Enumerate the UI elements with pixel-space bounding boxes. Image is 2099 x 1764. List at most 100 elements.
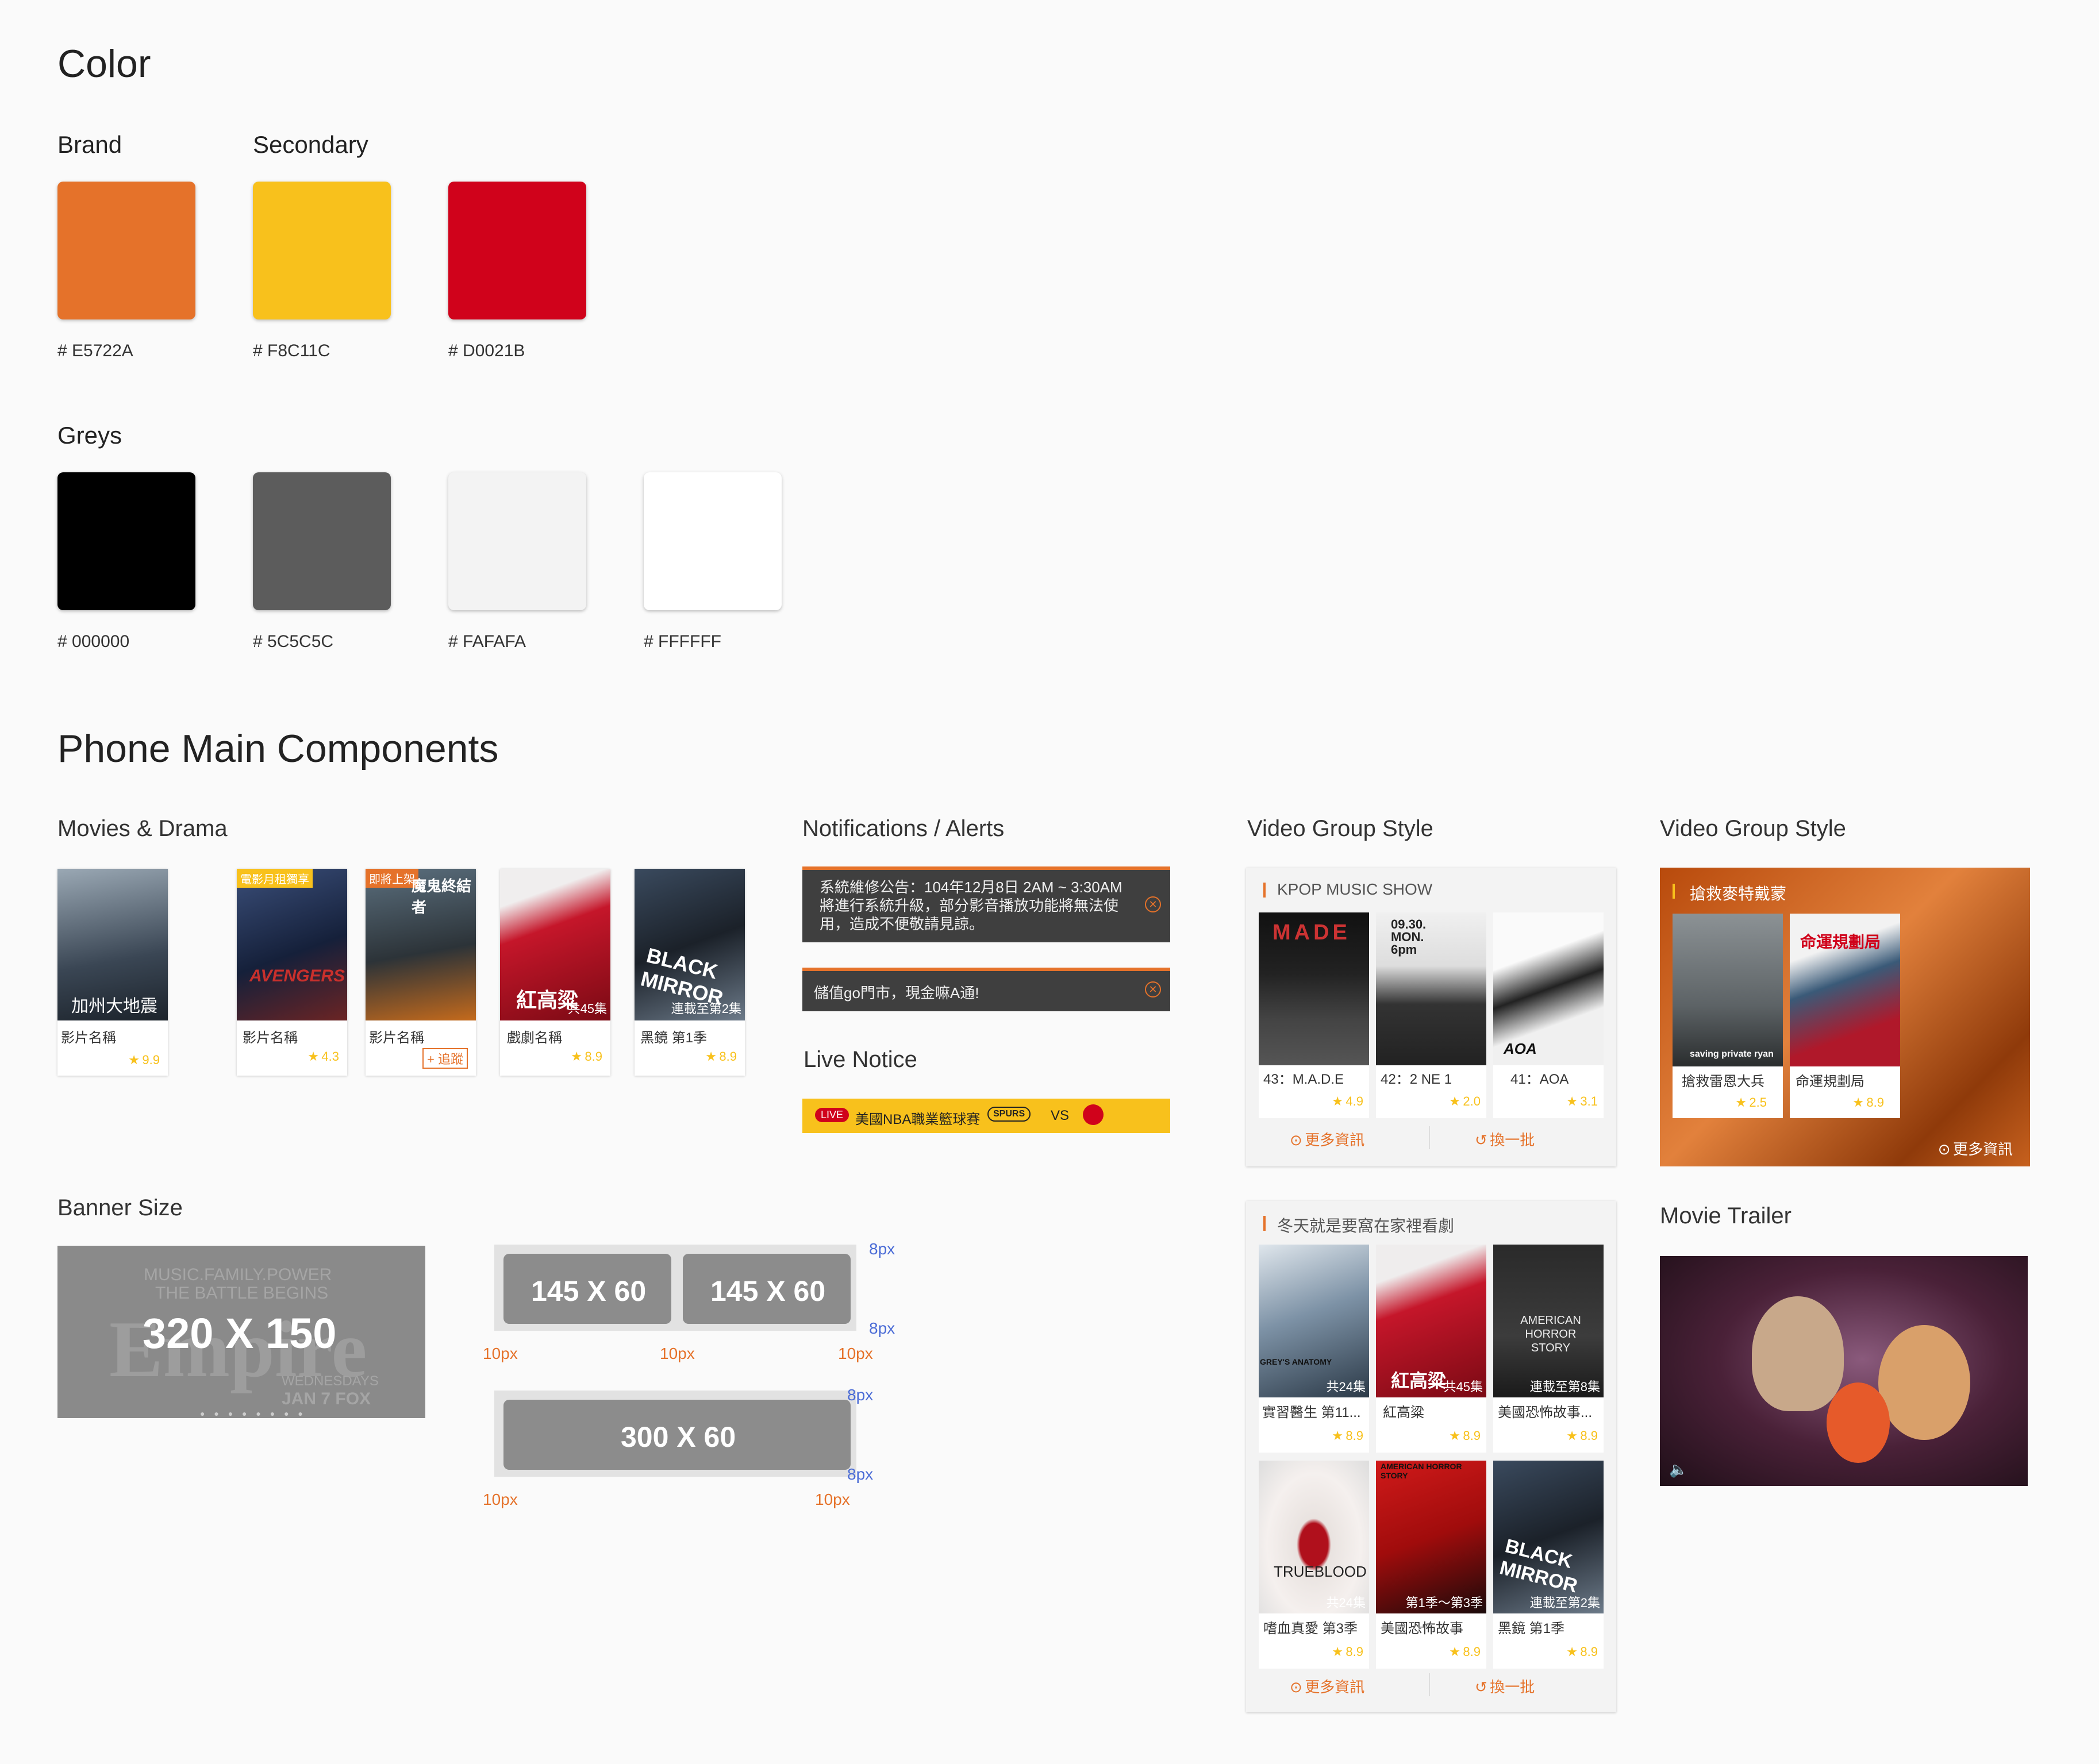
greys-label: Greys [57, 422, 122, 449]
star-icon: ★ [1449, 1094, 1460, 1108]
refresh-button[interactable]: ↺ 換一批 [1475, 1676, 1535, 1697]
poster-title: MADE [1273, 920, 1351, 945]
movie-card[interactable]: 加州大地震 影片名稱 ★ 9.9 [57, 869, 168, 1076]
rating-value: 8.9 [1580, 1428, 1598, 1443]
movie-trailer-player[interactable]: 🔈 [1660, 1256, 2028, 1486]
refresh-label: 換一批 [1490, 1131, 1535, 1149]
refresh-button[interactable]: ↺ 換一批 [1475, 1129, 1535, 1150]
rating: ★ 2.5 [1735, 1095, 1767, 1110]
banner-bg-text: MUSIC.FAMILY.POWER [144, 1265, 332, 1284]
spacing-label: 10px [660, 1345, 695, 1362]
footer-divider [1429, 1673, 1430, 1696]
alert-text: 儲值go門市，現金嘛A通! [814, 984, 979, 1002]
drama-title: 嗜血真愛 第3季 [1263, 1621, 1358, 1636]
drama-title: 黑鏡 第1季 [640, 1030, 708, 1046]
trailer-figure [1878, 1325, 1970, 1440]
drama-card[interactable]: BLACK MIRROR 連載至第2集 黑鏡 第1季 ★ 8.9 [635, 869, 745, 1076]
live-notice-bar[interactable]: LIVE 美國NBA職業籃球賽 SPURS VS [802, 1099, 1170, 1133]
banner-bg-text: WEDNESDAYS [282, 1373, 379, 1389]
drama-card[interactable]: TRUEBLOOD 共24集 嗜血真愛 第3季 ★ 8.9 [1259, 1461, 1369, 1669]
more-info-button[interactable]: ⊙ 更多資訊 [1290, 1676, 1364, 1697]
team-logo: SPURS [987, 1107, 1031, 1122]
refresh-icon: ↺ [1475, 1131, 1487, 1149]
group-title-bar [1673, 884, 1675, 899]
rating: ★ 8.9 [1449, 1428, 1481, 1443]
grey-hex-light: # FAFAFA [448, 632, 526, 651]
banner-bg-text: JAN 7 FOX [282, 1389, 371, 1408]
exclusive-tag: 電影月租獨享 [237, 869, 313, 888]
video-poster: AOA [1493, 912, 1604, 1065]
rating-value: 4.9 [1345, 1094, 1363, 1108]
video-title: 41：AOA [1510, 1072, 1569, 1087]
drama-card[interactable]: AMERICAN HORROR STORY 第1季～第3季 美國恐怖故事 ★ 8… [1376, 1461, 1486, 1669]
rating: ★ 8.9 [705, 1049, 737, 1064]
video-card[interactable]: saving private ryan 搶救雷恩大兵 ★ 2.5 [1673, 914, 1783, 1118]
rating: ★ 8.9 [1449, 1644, 1481, 1659]
rating: ★ 8.9 [1332, 1644, 1363, 1659]
video-card[interactable]: 09.30. MON. 6pm 42：2 NE 1 ★ 2.0 [1376, 912, 1486, 1118]
drama-card[interactable]: 紅高粱 共45集 戲劇名稱 ★ 8.9 [500, 869, 610, 1076]
rating: ★ 8.9 [1566, 1428, 1598, 1443]
star-icon: ★ [1449, 1428, 1460, 1443]
spacing-label: 8px [869, 1240, 895, 1258]
poster-title: GREY'S ANATOMY [1260, 1357, 1332, 1366]
star-icon: ★ [1566, 1428, 1578, 1443]
rating: ★ 2.0 [1449, 1094, 1481, 1109]
spacing-label: 8px [869, 1319, 895, 1337]
close-icon[interactable]: ✕ [1145, 981, 1161, 997]
spacing-label: 8px [847, 1465, 874, 1483]
vs-text: VS [1051, 1108, 1070, 1123]
poster-title: AMERICAN HORROR STORY [1381, 1462, 1462, 1480]
rating-value: 8.9 [1345, 1428, 1363, 1443]
drama-card[interactable]: BLACK MIRROR 連載至第2集 黑鏡 第1季 ★ 8.9 [1493, 1461, 1604, 1669]
rating: ★ 8.9 [571, 1049, 602, 1064]
grey-hex-dark: # 5C5C5C [253, 632, 334, 651]
trailer-figure [1752, 1296, 1844, 1411]
more-info-icon: ⊙ [1937, 1141, 1951, 1158]
spacing-label: 10px [483, 1490, 518, 1508]
system-alert: 系統維修公告：104年12月8日 2AM ~ 3:30AM將進行系統升級，部分影… [802, 866, 1170, 942]
banner-145x60-left: 145 X 60 [503, 1254, 671, 1324]
drama-title: 美國恐怖故事 [1381, 1621, 1463, 1636]
spacing-label: 10px [483, 1345, 518, 1362]
rating: ★ 8.9 [1332, 1428, 1363, 1443]
drama-poster: AMERICAN HORROR STORY 連載至第8集 [1493, 1245, 1604, 1397]
drama-title: 戲劇名稱 [507, 1030, 562, 1046]
more-info-button[interactable]: ⊙ 更多資訊 [1938, 1138, 2013, 1159]
movie-card[interactable]: 即將上架 魔鬼終結者 影片名稱 + 追蹤 [366, 869, 476, 1076]
rating-value: 9.9 [142, 1053, 160, 1067]
follow-button[interactable]: + 追蹤 [422, 1048, 468, 1069]
video-title: 命運規劃局 [1796, 1074, 1865, 1089]
star-icon: ★ [705, 1049, 717, 1064]
poster-title: AOA [1504, 1040, 1537, 1057]
close-icon[interactable]: ✕ [1145, 896, 1161, 912]
poster-title: saving private ryan [1690, 1049, 1774, 1059]
volume-icon[interactable]: 🔈 [1669, 1461, 1687, 1478]
components-section-title: Phone Main Components [57, 727, 499, 771]
banner-320x150: MUSIC.FAMILY.POWER THE BATTLE BEGINS Emp… [57, 1246, 425, 1418]
star-icon: ★ [1735, 1095, 1747, 1110]
drama-card[interactable]: GREY'S ANATOMY 共24集 實習醫生 第11... ★ 8.9 [1259, 1245, 1369, 1453]
rating: ★ 3.1 [1566, 1094, 1598, 1109]
video-group-orange: 搶救麥特戴蒙 saving private ryan 搶救雷恩大兵 ★ 2.5 … [1660, 868, 2030, 1166]
episode-count: 第1季～第3季 [1405, 1596, 1483, 1610]
poster-title: 命運規劃局 [1800, 933, 1881, 951]
movie-title: 影片名稱 [369, 1030, 424, 1046]
group-title: KPOP MUSIC SHOW [1277, 880, 1433, 898]
video-card[interactable]: AOA 41：AOA ★ 3.1 [1493, 912, 1604, 1118]
drama-card[interactable]: 紅高粱 共45集 紅高粱 ★ 8.9 [1376, 1245, 1486, 1453]
episode-count: 連載至第2集 [1529, 1596, 1600, 1610]
star-icon: ★ [1332, 1428, 1343, 1443]
video-poster: 09.30. MON. 6pm [1376, 912, 1486, 1065]
spacing-label: 10px [838, 1345, 873, 1362]
more-info-button[interactable]: ⊙ 更多資訊 [1290, 1129, 1364, 1150]
alert-text: 系統維修公告：104年12月8日 2AM ~ 3:30AM將進行系統升級，部分影… [820, 879, 1122, 933]
video-poster: saving private ryan [1673, 914, 1783, 1066]
video-card[interactable]: 命運規劃局 命運規劃局 ★ 8.9 [1790, 914, 1900, 1118]
video-card[interactable]: MADE 43：M.A.D.E ★ 4.9 [1259, 912, 1369, 1118]
drama-poster: BLACK MIRROR 連載至第2集 [635, 869, 745, 1020]
episode-count: 共45集 [567, 1002, 607, 1016]
drama-card[interactable]: AMERICAN HORROR STORY 連載至第8集 美國恐怖故事... ★… [1493, 1245, 1604, 1453]
movie-poster: 加州大地震 [57, 869, 168, 1020]
movie-card[interactable]: 電影月租獨享 AVENGERS 影片名稱 ★ 4.3 [237, 869, 347, 1076]
